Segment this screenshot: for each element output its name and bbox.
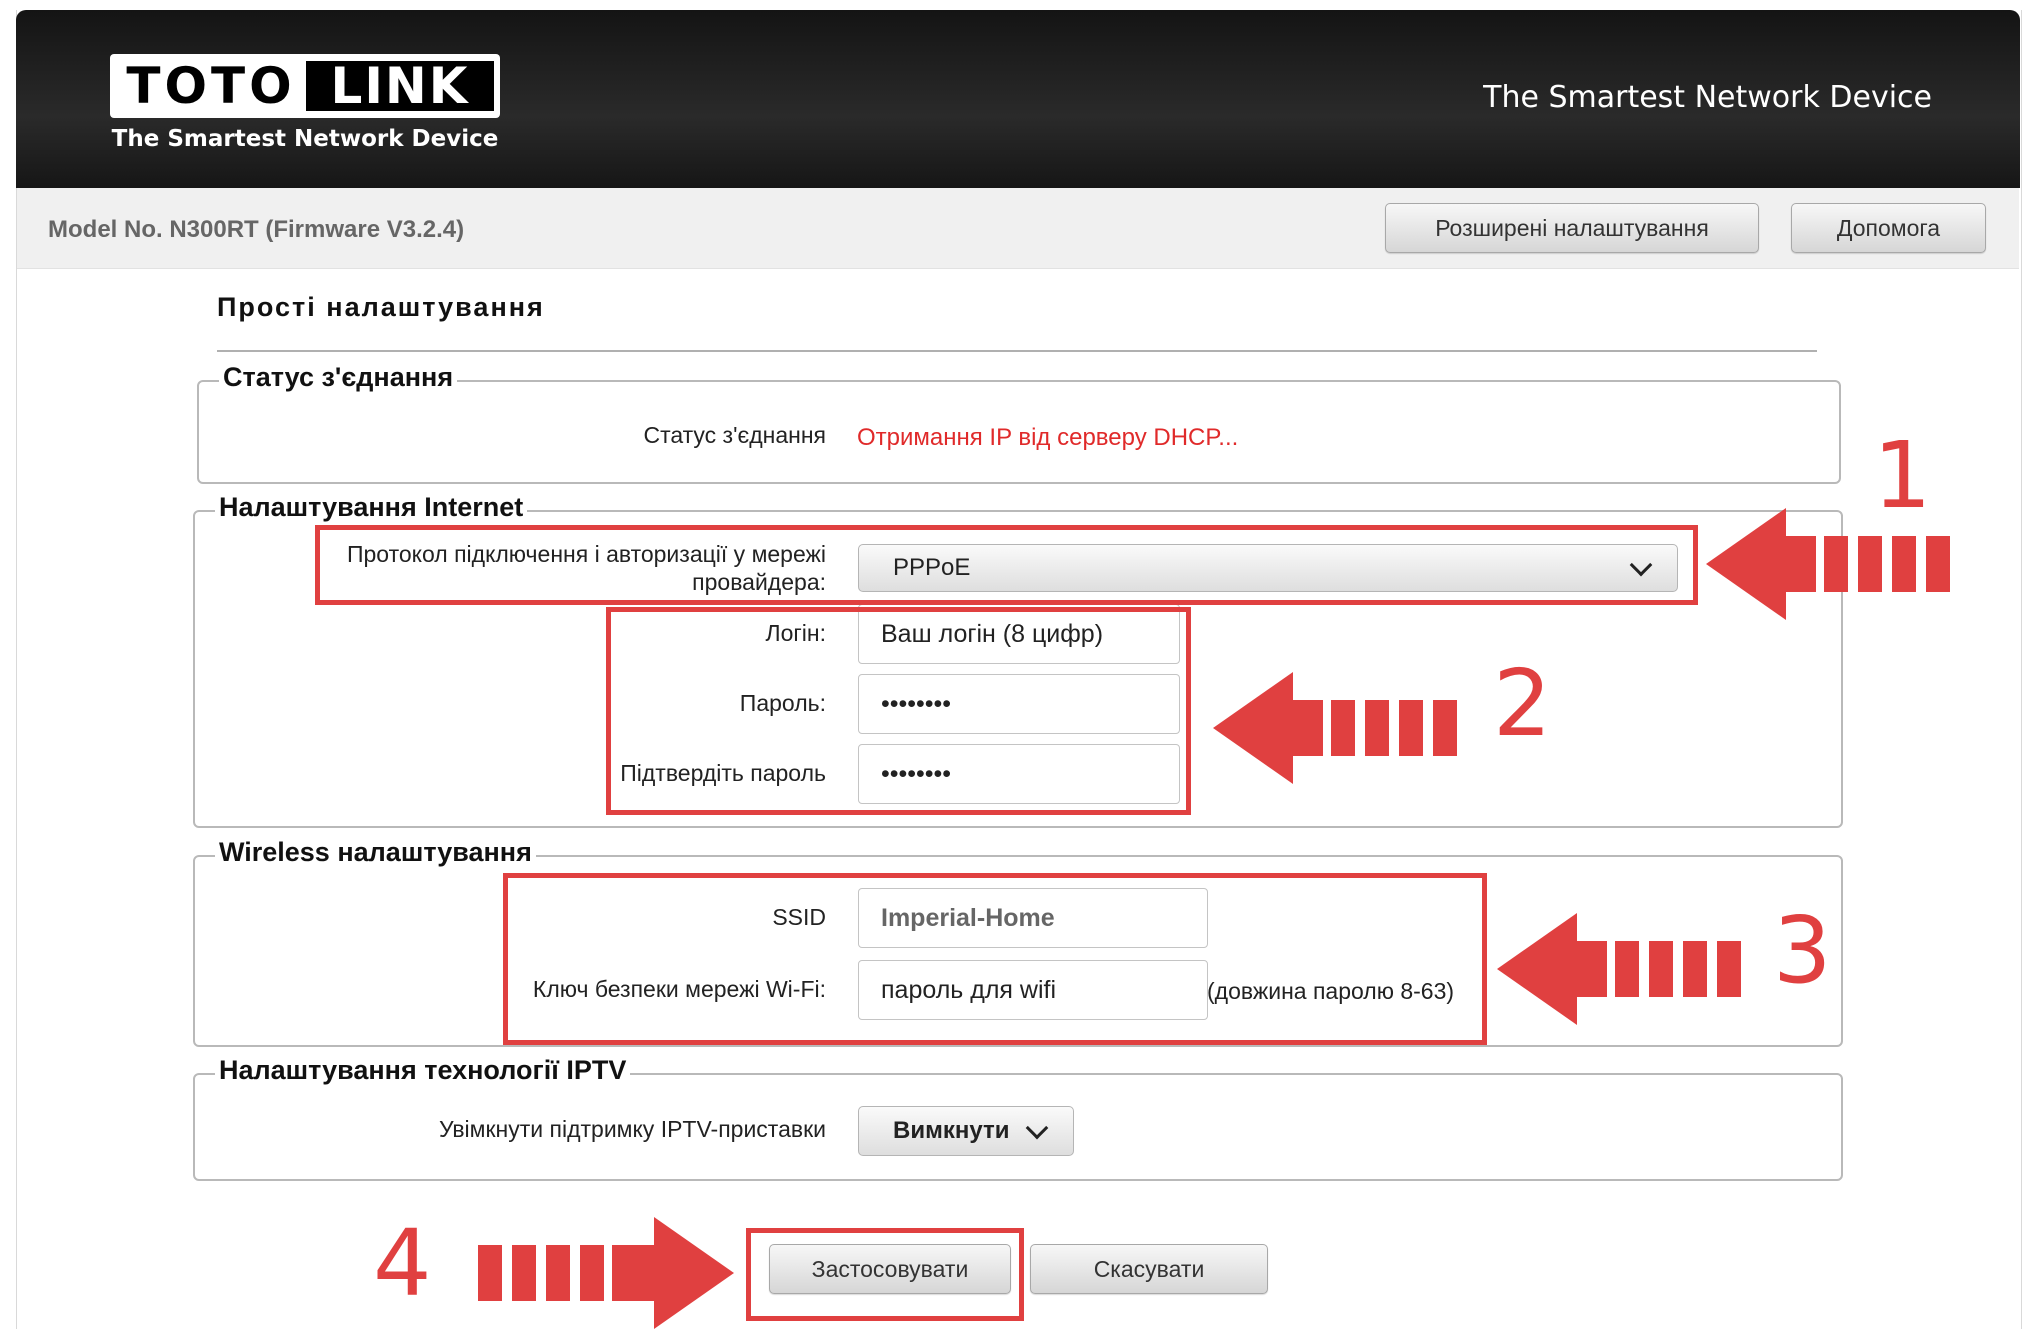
connection-status-label: Статус з'єднання <box>643 422 826 448</box>
highlight-box-wireless <box>503 873 1487 1045</box>
highlight-box-credentials <box>606 607 1191 815</box>
highlight-box-protocol <box>315 525 1698 605</box>
model-info: Model No. N300RT (Firmware V3.2.4) <box>48 216 465 243</box>
step-number-3: 3 <box>1773 897 1832 1004</box>
logo-toto-text: TOTO <box>126 57 296 115</box>
arrow-left-icon <box>1213 672 1457 784</box>
iptv-select-value: Вимкнути <box>893 1117 1010 1144</box>
arrow-left-icon <box>1706 508 1950 620</box>
arrow-left-icon <box>1497 913 1741 1025</box>
arrow-right-icon <box>478 1217 734 1329</box>
connection-status-legend: Статус з'єднання <box>219 362 458 393</box>
totolink-logo: TOTO LINK <box>110 54 500 118</box>
iptv-select[interactable]: Вимкнути <box>858 1106 1074 1156</box>
step-number-4: 4 <box>373 1210 432 1317</box>
connection-status-value: Отримання IP від серверу DHCP... <box>857 424 1239 451</box>
title-divider <box>217 350 1817 352</box>
iptv-label: Увімкнути підтримку IPTV-приставки <box>439 1116 826 1142</box>
step-number-2: 2 <box>1493 650 1552 757</box>
iptv-settings-legend: Налаштування технології IPTV <box>215 1055 631 1086</box>
cancel-button[interactable]: Скасувати <box>1030 1244 1268 1294</box>
chevron-down-icon <box>1025 1116 1049 1140</box>
header-tagline: The Smartest Network Device <box>1483 80 1932 115</box>
advanced-settings-button[interactable]: Розширені налаштування <box>1385 203 1759 253</box>
highlight-box-apply <box>746 1228 1024 1321</box>
help-button[interactable]: Допомога <box>1791 203 1986 253</box>
logo-link-text: LINK <box>306 61 494 111</box>
page-title: Прості налаштування <box>217 292 545 322</box>
wireless-settings-legend: Wireless налаштування <box>215 837 536 868</box>
logo-tagline: The Smartest Network Device <box>111 126 499 152</box>
internet-settings-legend: Налаштування Internet <box>215 492 528 523</box>
